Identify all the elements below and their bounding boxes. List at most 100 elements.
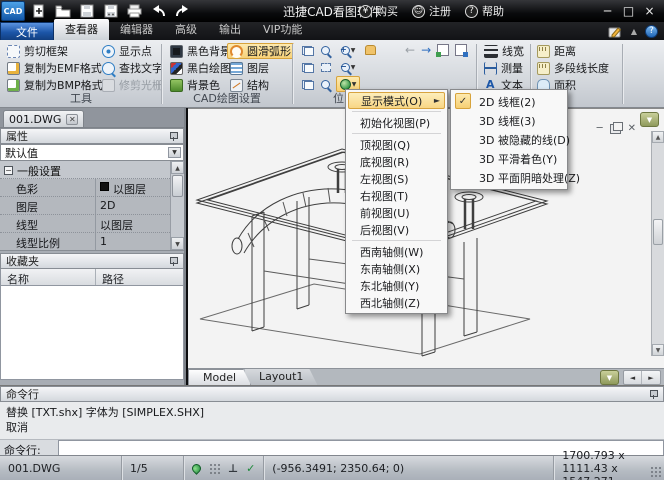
property-group-row[interactable]: − 一般设置 xyxy=(0,161,184,179)
next-layout-icon[interactable]: ► xyxy=(642,371,660,384)
layers-button[interactable]: 图层 xyxy=(227,60,294,76)
properties-scrollbar[interactable]: ▲ ▼ xyxy=(170,161,184,250)
combo-dropdown-icon[interactable]: ▼ xyxy=(168,147,181,158)
close-document-icon[interactable]: ✕ xyxy=(66,113,79,125)
menu-item-top-view[interactable]: 顶视图(Q) xyxy=(348,136,445,153)
show-point-button[interactable]: 显示点 xyxy=(99,43,166,59)
scroll-up-icon[interactable]: ▲ xyxy=(171,161,184,174)
menu-item-display-mode[interactable]: 显示模式(O) ► xyxy=(348,92,445,109)
pin-icon[interactable] xyxy=(169,257,178,266)
minimize-button[interactable]: ─ xyxy=(597,2,618,20)
tab-editor[interactable]: 编辑器 xyxy=(109,19,164,40)
menu-item-bottom-view[interactable]: 底视图(R) xyxy=(348,153,445,170)
menu-item-init-view[interactable]: 初始化视图(P) xyxy=(348,114,445,131)
scroll-down-icon[interactable]: ▼ xyxy=(171,237,184,250)
view-forward-button[interactable]: → xyxy=(421,43,431,57)
register-button[interactable]: ☺ 注册 xyxy=(412,3,451,19)
submenu-item-3d-smooth-shading[interactable]: 3D 平滑着色(Y) xyxy=(453,149,565,168)
submenu-item-2d-wireframe[interactable]: ✓ 2D 线框(2) xyxy=(453,92,565,111)
property-row-linetype[interactable]: 线型 以图层 xyxy=(0,215,184,233)
favorites-col-name[interactable]: 名称 xyxy=(1,269,96,286)
property-row-color[interactable]: 色彩 以图层 xyxy=(0,179,184,197)
scroll-up-icon[interactable]: ▲ xyxy=(652,131,664,143)
smooth-arc-button[interactable]: 圆滑弧形 xyxy=(227,43,294,59)
scrollbar-thumb[interactable] xyxy=(653,219,663,245)
viewport-scrollbar[interactable]: ▲ ▼ xyxy=(651,131,664,356)
resize-grip[interactable] xyxy=(650,466,662,478)
grid-snap-icon[interactable] xyxy=(209,462,220,474)
menu-item-left-view[interactable]: 左视图(S) xyxy=(348,170,445,187)
document-tab[interactable]: 001.DWG ✕ xyxy=(3,110,85,127)
black-white-button[interactable]: 黑白绘图 xyxy=(167,60,234,76)
undo-button[interactable] xyxy=(148,2,169,20)
new-file-button[interactable] xyxy=(28,2,49,20)
layout-menu-button[interactable]: ▼ xyxy=(600,370,619,385)
ortho-icon[interactable]: ⊥ xyxy=(228,462,238,475)
maximize-button[interactable]: □ xyxy=(618,2,639,20)
mdi-close-icon[interactable]: ✕ xyxy=(628,123,636,134)
save-button[interactable] xyxy=(76,2,97,20)
open-file-button[interactable] xyxy=(52,2,73,20)
measure-button[interactable]: 测量 xyxy=(481,60,527,76)
tab-layout1[interactable]: Layout1 xyxy=(245,369,317,385)
view-back-button[interactable]: ← xyxy=(405,43,415,57)
redo-button[interactable] xyxy=(172,2,193,20)
zoom-extents-button[interactable] xyxy=(317,59,334,75)
line-width-button[interactable]: 线宽 xyxy=(481,43,527,59)
menu-item-sw-isometric[interactable]: 西南轴侧(W) xyxy=(348,243,445,260)
close-button[interactable]: × xyxy=(639,2,660,20)
mdi-minimize-icon[interactable]: ─ xyxy=(597,123,603,134)
osnap-icon[interactable]: ✓ xyxy=(246,462,255,475)
tile-windows-button[interactable] xyxy=(298,59,315,75)
viewport-menu-button[interactable]: ▼ xyxy=(640,112,659,127)
pan-button[interactable] xyxy=(362,42,379,58)
help-button[interactable]: ? 帮助 xyxy=(465,3,504,19)
pin-icon[interactable] xyxy=(649,390,658,399)
submenu-item-3d-hidden-lines[interactable]: 3D 被隐藏的线(D) xyxy=(453,130,570,149)
help-icon[interactable]: ? xyxy=(645,24,658,38)
polyline-length-button[interactable]: 多段线长度 xyxy=(534,60,612,76)
property-row-layer[interactable]: 图层 2D xyxy=(0,197,184,215)
prev-layout-icon[interactable]: ◄ xyxy=(624,371,642,384)
file-menu-button[interactable]: 文件 xyxy=(0,22,54,40)
restore-view-button[interactable] xyxy=(436,44,450,57)
pin-icon[interactable] xyxy=(169,132,178,141)
favorites-list[interactable] xyxy=(0,286,184,380)
tab-output[interactable]: 输出 xyxy=(208,19,252,40)
tab-advanced[interactable]: 高级 xyxy=(164,19,208,40)
black-background-button[interactable]: 黑色背景 xyxy=(167,43,234,59)
menu-item-nw-isometric[interactable]: 西北轴侧(Z) xyxy=(348,294,445,311)
copy-emf-button[interactable]: 复制为EMF格式 xyxy=(4,60,106,76)
submenu-item-3d-wireframe[interactable]: 3D 线框(3) xyxy=(453,111,565,130)
menu-item-back-view[interactable]: 后视图(V) xyxy=(348,221,445,238)
distance-button[interactable]: 距离 xyxy=(534,43,612,59)
marker-pin-icon[interactable] xyxy=(190,461,203,475)
menu-item-right-view[interactable]: 右视图(T) xyxy=(348,187,445,204)
zoom-window-button[interactable] xyxy=(317,42,334,58)
tab-viewer[interactable]: 查看器 xyxy=(54,19,109,40)
menu-item-se-isometric[interactable]: 东南轴侧(X) xyxy=(348,260,445,277)
save-view-button[interactable] xyxy=(455,44,469,57)
mdi-restore-icon[interactable] xyxy=(609,121,623,134)
tab-vip[interactable]: VIP功能 xyxy=(252,19,313,40)
collapse-ribbon-icon[interactable]: ▲ xyxy=(631,27,637,36)
zoom-out-button[interactable]: − ▼ xyxy=(336,59,360,75)
buy-button[interactable]: ¥ 购买 xyxy=(359,3,398,19)
save-as-button[interactable] xyxy=(100,2,121,20)
property-preset-combo[interactable]: 默认值 ▼ xyxy=(0,144,184,161)
property-row-linetype-scale[interactable]: 线型比例 1 xyxy=(0,233,184,250)
print-button[interactable] xyxy=(124,2,145,20)
pen-icon[interactable] xyxy=(607,25,623,38)
scrollbar-thumb[interactable] xyxy=(172,175,183,197)
favorites-col-path[interactable]: 路径 xyxy=(96,269,130,286)
menu-item-ne-isometric[interactable]: 东北轴侧(Y) xyxy=(348,277,445,294)
collapse-icon[interactable]: − xyxy=(4,166,13,175)
zoom-in-button[interactable]: + ▼ xyxy=(336,42,360,58)
scroll-down-icon[interactable]: ▼ xyxy=(652,344,664,356)
menu-item-front-view[interactable]: 前视图(U) xyxy=(348,204,445,221)
tab-model[interactable]: Model xyxy=(188,369,251,385)
submenu-item-3d-flat-shading[interactable]: 3D 平面阴暗处理(Z) xyxy=(453,168,580,187)
find-text-button[interactable]: 查找文字 xyxy=(99,60,166,76)
cut-frame-button[interactable]: 剪切框架 xyxy=(4,43,106,59)
cascade-windows-button[interactable] xyxy=(298,42,315,58)
